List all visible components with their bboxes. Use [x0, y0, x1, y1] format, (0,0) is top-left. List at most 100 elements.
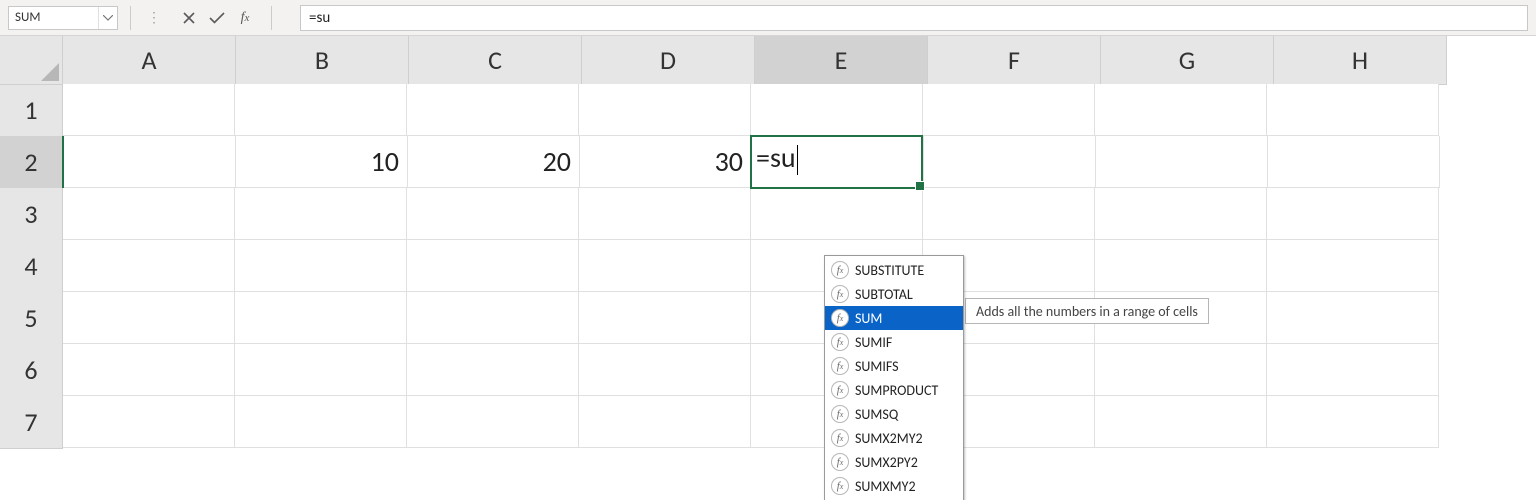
row-header-5[interactable]: 5: [0, 292, 63, 345]
select-all-corner[interactable]: [0, 36, 63, 85]
cell-G4[interactable]: [1095, 240, 1267, 292]
fx-icon: fx: [831, 285, 849, 303]
autocomplete-item-label: SUMPRODUCT: [855, 382, 938, 399]
close-icon: [183, 12, 195, 24]
column-header-E[interactable]: E: [755, 36, 928, 85]
cell-F2[interactable]: [924, 136, 1096, 188]
function-autocomplete-list[interactable]: fxSUBSTITUTEfxSUBTOTALfxSUMfxSUMIFfxSUMI…: [824, 255, 964, 500]
autocomplete-item-label: SUMSQ: [855, 406, 898, 423]
cell-B4[interactable]: [235, 240, 407, 292]
cell-G6[interactable]: [1095, 344, 1267, 396]
cell-C7[interactable]: [407, 396, 579, 448]
cell-A6[interactable]: [63, 344, 235, 396]
cell-D1[interactable]: [579, 84, 751, 136]
enter-button[interactable]: [203, 6, 231, 30]
autocomplete-item-sumifs[interactable]: fxSUMIFS: [825, 354, 963, 378]
formula-input[interactable]: =su: [300, 5, 1528, 31]
cell-C5[interactable]: [407, 292, 579, 344]
row-header-4[interactable]: 4: [0, 240, 63, 293]
column-header-A[interactable]: A: [63, 36, 236, 85]
cell-C2[interactable]: 20: [408, 136, 580, 188]
autocomplete-item-label: SUM: [855, 310, 882, 327]
autocomplete-item-label: SUMIF: [855, 334, 892, 351]
kebab-icon: ⋮: [143, 9, 165, 26]
cell-B2[interactable]: 10: [236, 136, 408, 188]
cell-H7[interactable]: [1267, 396, 1439, 448]
cell-B3[interactable]: [235, 188, 407, 240]
autocomplete-item-label: SUMXMY2: [855, 478, 916, 495]
cell-D3[interactable]: [579, 188, 751, 240]
cell-A2[interactable]: [64, 136, 236, 188]
cell-B6[interactable]: [235, 344, 407, 396]
column-header-G[interactable]: G: [1101, 36, 1274, 85]
column-header-D[interactable]: D: [582, 36, 755, 85]
cell-H6[interactable]: [1267, 344, 1439, 396]
cell-C1[interactable]: [407, 84, 579, 136]
autocomplete-item-sum[interactable]: fx SUM: [825, 306, 963, 330]
cell-C6[interactable]: [407, 344, 579, 396]
column-header-F[interactable]: F: [928, 36, 1101, 85]
cell-G1[interactable]: [1095, 84, 1267, 136]
row-header-1[interactable]: 1: [0, 84, 63, 137]
cell-F1[interactable]: [923, 84, 1095, 136]
insert-function-button[interactable]: fx: [231, 6, 259, 30]
cell-A4[interactable]: [63, 240, 235, 292]
cell-H3[interactable]: [1267, 188, 1439, 240]
column-header-H[interactable]: H: [1274, 36, 1447, 85]
name-box-dropdown[interactable]: [98, 7, 117, 29]
autocomplete-item-label: SUMX2PY2: [855, 454, 918, 471]
cell-H2[interactable]: [1268, 136, 1440, 188]
column-header-C[interactable]: C: [409, 36, 582, 85]
cell-A7[interactable]: [63, 396, 235, 448]
cell-B5[interactable]: [235, 292, 407, 344]
fx-icon: fx: [831, 333, 849, 351]
cell-C3[interactable]: [407, 188, 579, 240]
cell-E2[interactable]: [752, 136, 924, 188]
row-header-6[interactable]: 6: [0, 344, 63, 397]
cell-E3[interactable]: [751, 188, 923, 240]
cell-A1[interactable]: [63, 84, 235, 136]
divider: [130, 6, 131, 30]
autocomplete-item-substitute[interactable]: fxSUBSTITUTE: [825, 258, 963, 282]
name-box[interactable]: SUM: [8, 6, 118, 30]
column-header-B[interactable]: B: [236, 36, 409, 85]
cell-A3[interactable]: [63, 188, 235, 240]
cell-H5[interactable]: [1267, 292, 1439, 344]
cell-F3[interactable]: [923, 188, 1095, 240]
cell-B7[interactable]: [235, 396, 407, 448]
autocomplete-item-subtotal[interactable]: fxSUBTOTAL: [825, 282, 963, 306]
cell-D4[interactable]: [579, 240, 751, 292]
cell-G7[interactable]: [1095, 396, 1267, 448]
cell-D6[interactable]: [579, 344, 751, 396]
fx-icon: fx: [831, 453, 849, 471]
autocomplete-item-sumsq[interactable]: fx SUMSQ: [825, 402, 963, 426]
check-icon: [209, 12, 225, 24]
cell-D5[interactable]: [579, 292, 751, 344]
row-header-3[interactable]: 3: [0, 188, 63, 241]
cell-A5[interactable]: [63, 292, 235, 344]
row-header-7[interactable]: 7: [0, 396, 63, 449]
cell-D7[interactable]: [579, 396, 751, 448]
autocomplete-item-sumxmy2[interactable]: fxSUMXMY2: [825, 474, 963, 498]
cell-C4[interactable]: [407, 240, 579, 292]
cell-D2[interactable]: 30: [580, 136, 752, 188]
formula-bar: SUM ⋮ fx =su: [0, 0, 1536, 36]
name-box-value[interactable]: SUM: [15, 10, 98, 25]
autocomplete-item-sumx2my2[interactable]: fxSUMX2MY2: [825, 426, 963, 450]
autocomplete-item-sumif[interactable]: fx SUMIF: [825, 330, 963, 354]
fx-icon: fx: [831, 309, 849, 327]
row-header-2[interactable]: 2: [0, 136, 64, 189]
autocomplete-item-sumx2py2[interactable]: fx SUMX2PY2: [825, 450, 963, 474]
spreadsheet-grid: ABCDEFGH 1210203034567 =su fxSUBSTITUTEf…: [0, 36, 1536, 448]
cell-G3[interactable]: [1095, 188, 1267, 240]
cell-H4[interactable]: [1267, 240, 1439, 292]
formula-input-value: =su: [309, 9, 330, 27]
divider: [271, 6, 272, 30]
cell-G2[interactable]: [1096, 136, 1268, 188]
cell-H1[interactable]: [1267, 84, 1439, 136]
fx-icon: fx: [831, 405, 849, 423]
cell-B1[interactable]: [235, 84, 407, 136]
autocomplete-item-sumproduct[interactable]: fxSUMPRODUCT: [825, 378, 963, 402]
cancel-button[interactable]: [175, 6, 203, 30]
cell-E1[interactable]: [751, 84, 923, 136]
